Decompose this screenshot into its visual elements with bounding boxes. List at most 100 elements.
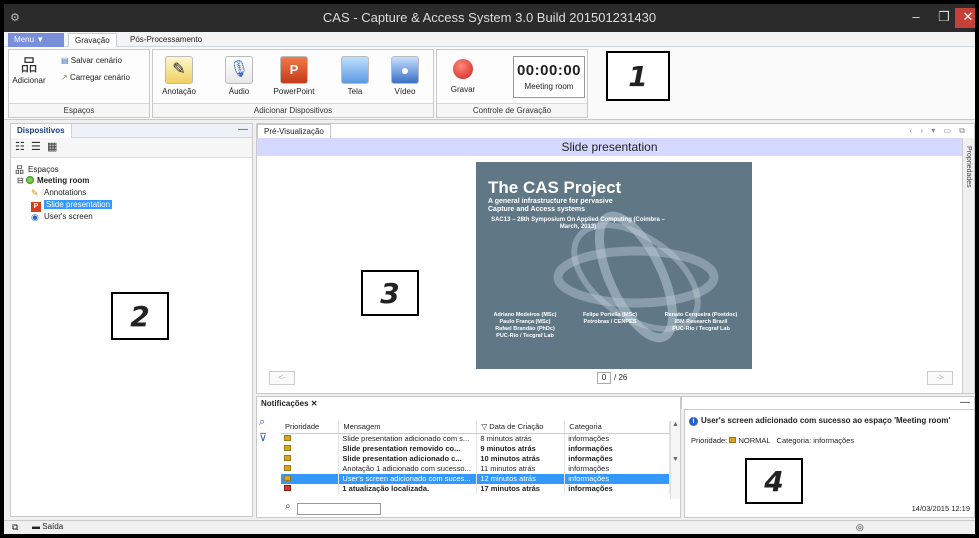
next-slide-button[interactable]: -> bbox=[927, 371, 953, 385]
notification-message: Slide presentation adicionado com s... bbox=[338, 433, 478, 444]
timer-value: 00:00:00 bbox=[516, 62, 582, 79]
tree-item-meeting-room[interactable]: ⊟ Meeting room bbox=[17, 175, 89, 186]
properties-label: Propriedades bbox=[965, 146, 972, 188]
notification-message: User's screen adicionado com suces... bbox=[338, 473, 478, 484]
column-prioridade[interactable]: Prioridade bbox=[281, 421, 340, 434]
ribbon: 品 Adicionar ▤ Salvar cenário ↗ Carregar … bbox=[4, 47, 975, 120]
status-bar: ⧉ ▬ Saída ◎ bbox=[4, 520, 975, 534]
notification-category: informações bbox=[564, 453, 670, 464]
tree-view-icon[interactable]: ☷ bbox=[15, 141, 27, 153]
filter-icon[interactable]: ⊽ bbox=[259, 431, 281, 446]
column-data-criacao[interactable]: ▽ Data de Criação bbox=[476, 421, 566, 434]
add-annotation-button[interactable]: ✎ Anotação bbox=[157, 54, 201, 102]
notification-row[interactable]: Slide presentation adicionado com s... 8 … bbox=[281, 433, 670, 444]
detail-meta: Prioridade: NORMAL Categoria: informaçõe… bbox=[691, 436, 854, 445]
slide-preview: The CAS Project A general infrastructure… bbox=[476, 162, 752, 369]
record-icon bbox=[453, 59, 473, 79]
maximize-button[interactable]: ❐ bbox=[930, 8, 958, 28]
list-view-icon[interactable]: ☰ bbox=[31, 141, 43, 153]
collapse-icon[interactable]: ⊟ bbox=[17, 176, 24, 185]
add-audio-button[interactable]: 🎙 Áudio bbox=[217, 54, 261, 102]
monitor-icon bbox=[341, 56, 369, 84]
tab-pos-processamento[interactable]: Pós-Processamento bbox=[124, 33, 208, 47]
notification-message: 1 atualização localizada. bbox=[338, 483, 478, 494]
notification-date: 9 minutos atrás bbox=[476, 443, 566, 454]
notifications-toolbar: ⌕ ⊽ bbox=[259, 416, 281, 446]
detail-header-text: User's screen adicionado com sucesso ao … bbox=[701, 416, 951, 425]
close-button[interactable]: ✕ bbox=[955, 8, 975, 28]
notification-message: Slide presentation adicionado c... bbox=[338, 453, 478, 464]
notifications-scrollbar[interactable]: ▲ ▼ bbox=[670, 421, 680, 499]
app-window: ⚙ CAS - Capture & Access System 3.0 Buil… bbox=[2, 2, 977, 536]
priority-icon bbox=[284, 474, 291, 481]
save-icon: ▤ bbox=[61, 56, 69, 65]
notification-priority bbox=[281, 473, 340, 484]
add-powerpoint-button[interactable]: P PowerPoint bbox=[265, 54, 323, 102]
status-indicator-icon[interactable]: ◎ bbox=[856, 522, 864, 533]
notification-category: informações bbox=[564, 433, 670, 444]
column-mensagem[interactable]: Mensagem bbox=[338, 421, 478, 434]
detail-header: i User's screen adicionado com sucesso ao… bbox=[689, 416, 950, 426]
page-input[interactable]: 0 bbox=[597, 372, 611, 384]
category-label: Categoria: bbox=[776, 436, 812, 445]
notifications-tab[interactable]: Notificações ✕ bbox=[257, 397, 322, 410]
priority-label: Prioridade: bbox=[691, 436, 728, 445]
preview-tab[interactable]: Pré-Visualização bbox=[257, 124, 331, 138]
properties-sidebar[interactable]: Propriedades bbox=[962, 138, 974, 393]
notification-detail: i User's screen adicionado com sucesso ao… bbox=[684, 409, 975, 518]
notifications-search-input[interactable] bbox=[297, 503, 381, 515]
devices-panel: Dispositivos — ☷ ☰ ▦ 品 Espaços ⊟ Meeting … bbox=[10, 123, 253, 517]
load-scenario-button[interactable]: ↗ Carregar cenário bbox=[61, 73, 130, 82]
group-espacos: 品 Adicionar ▤ Salvar cenário ↗ Carregar … bbox=[8, 49, 150, 118]
notification-row[interactable]: Slide presentation removido co... 9 minut… bbox=[281, 443, 670, 454]
slide-subtitle: A general infrastructure for pervasive C… bbox=[488, 198, 613, 213]
tree-root-espacos[interactable]: 品 Espaços bbox=[15, 164, 59, 175]
video-label: Vídeo bbox=[394, 87, 416, 96]
room-status-icon bbox=[25, 176, 34, 184]
group-devices-title: Adicionar Dispositivos bbox=[153, 103, 433, 117]
detail-timestamp: 14/03/2015 12:19 bbox=[911, 504, 970, 513]
notification-row[interactable]: 1 atualização localizada. 17 minutos atrá… bbox=[281, 483, 670, 494]
notification-row[interactable]: Slide presentation adicionado c... 10 min… bbox=[281, 453, 670, 464]
search-icon[interactable]: ⌕ bbox=[259, 416, 281, 431]
add-video-button[interactable]: ● Vídeo bbox=[383, 54, 427, 102]
previous-slide-button[interactable]: <- bbox=[269, 371, 295, 385]
notification-row[interactable]: Anotação 1 adicionado com sucesso... 11 m… bbox=[281, 463, 670, 474]
devices-panel-tab[interactable]: Dispositivos bbox=[11, 124, 72, 138]
grid-view-icon[interactable]: ▦ bbox=[47, 141, 59, 153]
group-add-devices: ✎ Anotação 🎙 Áudio P PowerPoint Tela ● V… bbox=[152, 49, 434, 118]
notification-priority bbox=[281, 463, 340, 474]
notification-date: 11 minutos atrás bbox=[476, 463, 566, 474]
panel-minimize-icon[interactable]: — bbox=[238, 124, 248, 136]
save-scenario-button[interactable]: ▤ Salvar cenário bbox=[61, 56, 122, 65]
notification-priority bbox=[281, 453, 340, 464]
menu-button[interactable]: Menu ▼ bbox=[8, 33, 64, 47]
exit-button[interactable]: ▬ Saída bbox=[32, 522, 63, 531]
priority-icon bbox=[284, 464, 291, 471]
notification-message: Slide presentation removido co... bbox=[338, 443, 478, 454]
notification-date: 17 minutos atrás bbox=[476, 483, 566, 494]
notification-category: informações bbox=[564, 483, 670, 494]
minimize-button[interactable]: – bbox=[902, 8, 930, 28]
column-categoria[interactable]: Categoria bbox=[564, 421, 670, 434]
devices-panel-header: Dispositivos — bbox=[11, 124, 252, 138]
slide-presentation-label: Slide presentation bbox=[44, 200, 113, 209]
add-screen-button[interactable]: Tela bbox=[333, 54, 377, 102]
notification-row[interactable]: User's screen adicionado com suces... 12 … bbox=[281, 473, 670, 484]
layout-icon[interactable]: ⧉ bbox=[12, 522, 18, 533]
tree-item-users-screen[interactable]: ◉ User's screen bbox=[31, 211, 93, 222]
record-button[interactable]: Gravar bbox=[443, 54, 483, 102]
preview-window-controls[interactable]: ‹ › ▾ ▭ ⧉ bbox=[909, 124, 968, 138]
notifications-minimize-icon[interactable]: — bbox=[960, 397, 970, 408]
tree-item-slide-presentation[interactable]: P Slide presentation bbox=[31, 199, 113, 212]
ribbon-tabs: Menu ▼ Gravação Pós-Processamento bbox=[4, 32, 975, 47]
save-scenario-label: Salvar cenário bbox=[70, 56, 122, 65]
priority-icon bbox=[284, 484, 291, 491]
powerpoint-icon: P bbox=[280, 56, 308, 84]
tab-gravacao[interactable]: Gravação bbox=[68, 33, 117, 47]
info-icon: i bbox=[689, 417, 698, 426]
group-espacos-title: Espaços bbox=[9, 103, 149, 117]
annotations-label: Annotations bbox=[44, 188, 87, 197]
tree-item-annotations[interactable]: ✎ Annotations bbox=[31, 187, 86, 198]
add-space-button[interactable]: 品 Adicionar bbox=[11, 56, 47, 104]
